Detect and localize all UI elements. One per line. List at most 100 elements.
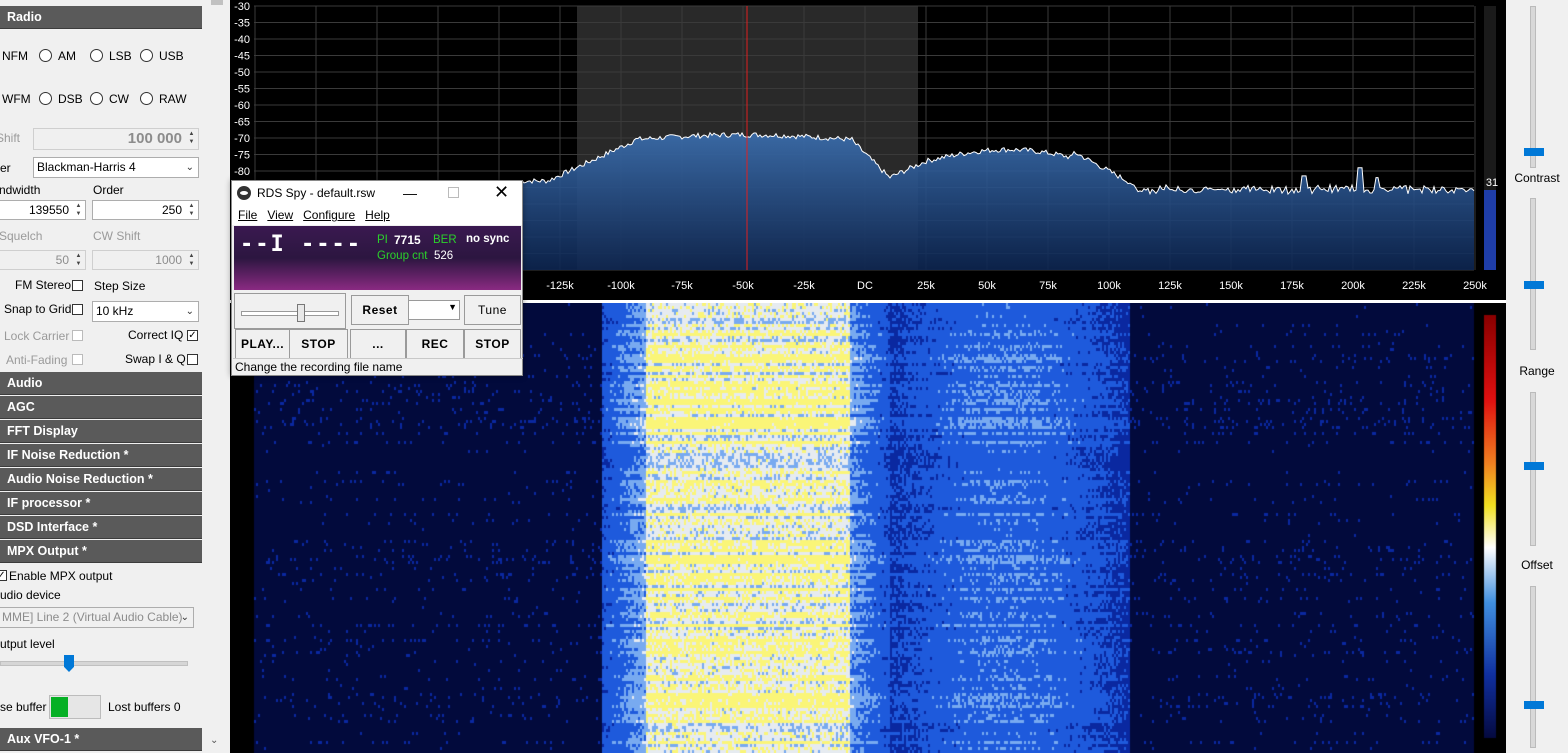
enable-mpx-label: Enable MPX output bbox=[9, 569, 113, 583]
step-size-select[interactable]: 10 kHz ⌄ bbox=[92, 301, 199, 322]
rds-status-bar: Change the recording file name bbox=[233, 358, 523, 376]
spin-arrows-icon[interactable]: ▲ ▼ bbox=[73, 252, 84, 268]
rds-source-select[interactable]: ▼ bbox=[408, 300, 460, 320]
section-dsd-interface[interactable]: DSD Interface * bbox=[0, 516, 202, 539]
rds-stop-play-button[interactable]: STOP bbox=[289, 329, 348, 359]
audio-device-select[interactable]: MME] Line 2 (Virtual Audio Cable) ⌄ bbox=[0, 607, 194, 628]
contrast-slider-track[interactable] bbox=[1530, 198, 1536, 350]
close-icon[interactable]: ✕ bbox=[494, 180, 509, 204]
cw-shift-input[interactable]: 1000 ▲ ▼ bbox=[92, 250, 199, 270]
spin-arrows-icon[interactable]: ▲ ▼ bbox=[186, 202, 197, 218]
menu-help[interactable]: Help bbox=[365, 208, 390, 222]
top-slider-thumb[interactable] bbox=[1524, 148, 1544, 156]
fm-stereo-label: FM Stereo bbox=[15, 278, 72, 292]
menu-view[interactable]: View bbox=[267, 208, 293, 222]
radio-section-header[interactable]: Radio bbox=[0, 6, 202, 29]
freq-tick-label: -25k bbox=[793, 280, 815, 292]
maximize-icon[interactable] bbox=[448, 187, 459, 198]
shift-input[interactable]: 100 000 ▲ ▼ bbox=[33, 128, 199, 150]
swap-iq-checkbox[interactable] bbox=[187, 354, 198, 365]
menu-file[interactable]: File bbox=[238, 208, 257, 222]
section-mpx-output[interactable]: MPX Output * bbox=[0, 540, 202, 563]
freq-tick-label: 225k bbox=[1402, 280, 1426, 292]
rds-rec-button[interactable]: REC bbox=[406, 329, 464, 359]
bandwidth-label: ndwidth bbox=[0, 183, 41, 197]
order-input[interactable]: 250 ▲ ▼ bbox=[92, 200, 199, 220]
enable-mpx-checkbox[interactable]: ✓ bbox=[0, 570, 7, 581]
filter-type-select[interactable]: Blackman-Harris 4 ⌄ bbox=[33, 157, 199, 178]
section-fft-display[interactable]: FFT Display bbox=[0, 420, 202, 443]
db-tick-label: -70 bbox=[234, 133, 250, 145]
section-audio[interactable]: Audio bbox=[0, 372, 202, 395]
filter-type-value: Blackman-Harris 4 bbox=[37, 160, 136, 174]
lock-carrier-checkbox[interactable] bbox=[72, 330, 83, 341]
squelch-input[interactable]: 50 ▲ ▼ bbox=[0, 250, 86, 270]
db-tick-label: -40 bbox=[234, 34, 250, 46]
snap-to-grid-label: Snap to Grid bbox=[4, 302, 72, 316]
range-label: Range bbox=[1519, 364, 1555, 378]
mode-am-label: AM bbox=[58, 49, 76, 63]
freq-tick-label: 75k bbox=[1039, 280, 1057, 292]
section-label: DSD Interface * bbox=[7, 520, 98, 534]
mode-usb-radio[interactable]: USB bbox=[140, 49, 184, 63]
scroll-down-icon[interactable]: ⌄ bbox=[210, 735, 218, 746]
section-audio-noise-reduction[interactable]: Audio Noise Reduction * bbox=[0, 468, 202, 491]
order-value: 250 bbox=[161, 203, 182, 217]
mode-nfm[interactable]: NFM bbox=[2, 49, 28, 63]
rds-tune-button[interactable]: Tune bbox=[464, 295, 521, 325]
shift-value: 100 000 bbox=[127, 130, 182, 147]
offset-slider-track[interactable] bbox=[1530, 586, 1536, 748]
mode-raw-radio[interactable]: RAW bbox=[140, 92, 187, 106]
section-aux-vfo[interactable]: Aux VFO-1 * bbox=[0, 728, 202, 751]
output-level-label: utput level bbox=[0, 637, 55, 651]
rds-reset-button[interactable]: Reset bbox=[351, 295, 409, 325]
rds-menu-bar: File View Configure Help bbox=[232, 205, 522, 225]
mode-cw-radio[interactable]: CW bbox=[90, 92, 129, 106]
rds-slider-track[interactable] bbox=[241, 311, 339, 316]
output-level-thumb[interactable] bbox=[64, 655, 74, 672]
radio-header-label: Radio bbox=[7, 10, 42, 24]
section-agc[interactable]: AGC bbox=[0, 396, 202, 419]
rds-browse-button[interactable]: ... bbox=[350, 329, 406, 359]
cw-shift-value: 1000 bbox=[155, 253, 182, 267]
mode-am-radio[interactable]: AM bbox=[39, 49, 76, 63]
spin-arrows-icon[interactable]: ▲ ▼ bbox=[73, 202, 84, 218]
correct-iq-checkbox[interactable]: ✓ bbox=[187, 330, 198, 341]
spin-arrows-icon[interactable]: ▲ ▼ bbox=[186, 252, 197, 268]
contrast-slider-thumb[interactable] bbox=[1524, 281, 1544, 289]
rds-spy-window[interactable]: RDS Spy - default.rsw — ✕ File View Config… bbox=[231, 180, 523, 376]
section-if-processor[interactable]: IF processor * bbox=[0, 492, 202, 515]
rds-slider-thumb[interactable] bbox=[297, 304, 305, 322]
anti-fading-checkbox[interactable] bbox=[72, 354, 83, 365]
step-size-label: Step Size bbox=[94, 279, 146, 293]
rds-stop-rec-button[interactable]: STOP bbox=[464, 329, 521, 359]
menu-configure[interactable]: Configure bbox=[303, 208, 355, 222]
rds-play-button[interactable]: PLAY... bbox=[235, 329, 290, 359]
offset-slider-thumb[interactable] bbox=[1524, 701, 1544, 709]
ber-label: BER bbox=[433, 234, 457, 246]
db-tick-label: -80 bbox=[234, 166, 250, 178]
minimize-icon[interactable]: — bbox=[403, 181, 417, 205]
bandwidth-input[interactable]: 139550 ▲ ▼ bbox=[0, 200, 86, 220]
spin-arrows-icon[interactable]: ▲ ▼ bbox=[186, 130, 197, 146]
mode-wfm[interactable]: WFM bbox=[2, 92, 31, 106]
freq-tick-label: 25k bbox=[917, 280, 935, 292]
offset-label: Offset bbox=[1521, 558, 1553, 572]
mode-dsb-radio[interactable]: DSB bbox=[39, 92, 83, 106]
rds-title-bar[interactable]: RDS Spy - default.rsw — ✕ bbox=[232, 181, 522, 205]
section-if-noise-reduction[interactable]: IF Noise Reduction * bbox=[0, 444, 202, 467]
top-slider-track[interactable] bbox=[1530, 6, 1536, 168]
rds-app-icon bbox=[237, 186, 251, 200]
mode-lsb-radio[interactable]: LSB bbox=[90, 49, 132, 63]
fm-stereo-checkbox[interactable] bbox=[72, 280, 83, 291]
output-level-track[interactable] bbox=[0, 661, 188, 666]
rds-level-slider[interactable] bbox=[234, 293, 346, 329]
snap-to-grid-checkbox[interactable] bbox=[72, 304, 83, 315]
scrollbar-thumb[interactable] bbox=[211, 0, 223, 5]
group-cnt-label: Group cnt bbox=[377, 250, 428, 262]
level-readout: 31 bbox=[1486, 177, 1498, 189]
range-slider-thumb[interactable] bbox=[1524, 462, 1544, 470]
buffer-meter bbox=[49, 695, 101, 719]
mode-cw-label: CW bbox=[109, 92, 129, 106]
left-panel-scrollbar[interactable]: ⌄ bbox=[207, 0, 227, 753]
